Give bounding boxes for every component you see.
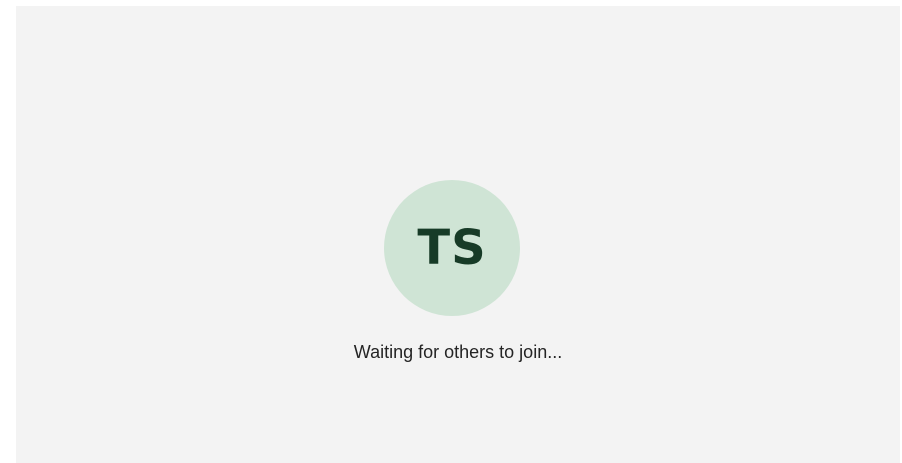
avatar-initials: TS [417, 220, 487, 276]
participant-avatar: TS [384, 180, 520, 316]
meeting-stage: TS Waiting for others to join... [16, 6, 900, 463]
waiting-status-text: Waiting for others to join... [353, 342, 563, 362]
